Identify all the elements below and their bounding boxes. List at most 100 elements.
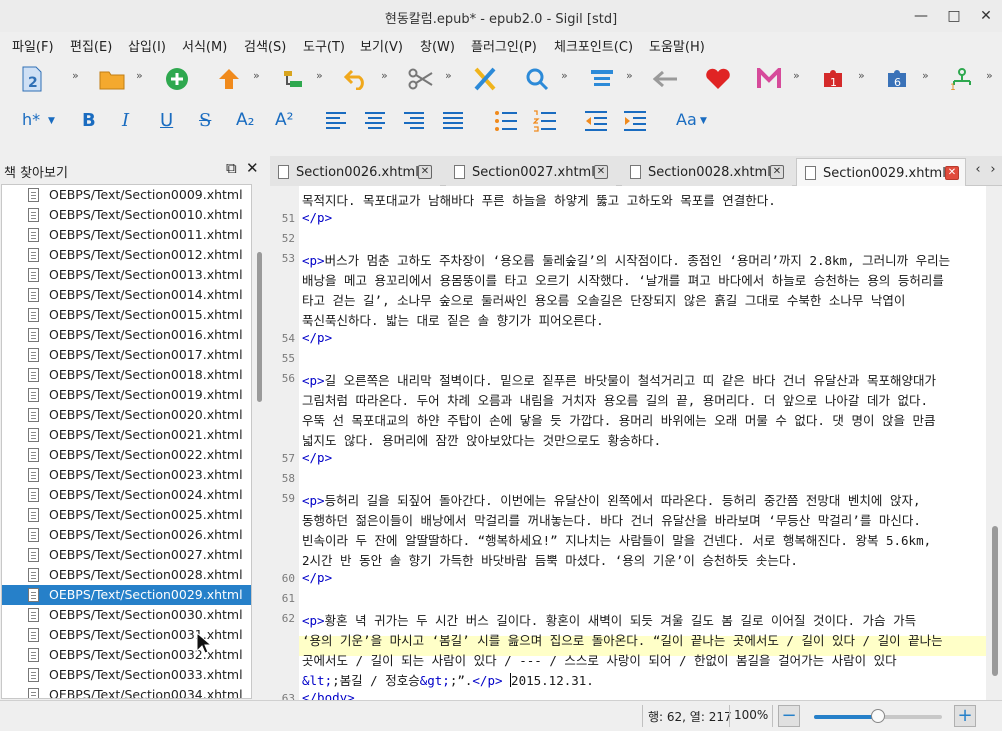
- menu-edit[interactable]: 편집(E): [70, 36, 112, 55]
- code-line[interactable]: <p>황혼 녁 귀가는 두 시간 버스 길이다. 황혼이 새벽이 되듯 겨울 길…: [302, 610, 916, 629]
- code-line[interactable]: </p>: [302, 330, 332, 345]
- tab-section0028[interactable]: Section0028.xhtml ✕: [622, 158, 792, 186]
- menu-insert[interactable]: 삽입(I): [128, 36, 166, 55]
- underline-button[interactable]: U: [160, 110, 173, 131]
- toolbar-more-icon[interactable]: »: [561, 69, 568, 82]
- search-icon[interactable]: [523, 65, 551, 93]
- scrollbar-thumb[interactable]: [992, 526, 998, 676]
- file-list-item[interactable]: OEBPS/Text/Section0031.xhtml: [2, 625, 251, 645]
- code-line[interactable]: 푹신푹신하다. 밟는 대로 짙은 솔 향기가 피어오른다.: [302, 310, 604, 329]
- file-list-item[interactable]: OEBPS/Text/Section0019.xhtml: [2, 385, 251, 405]
- move-up-icon[interactable]: [215, 65, 243, 93]
- code-line[interactable]: ‘용의 기운’을 마시고 ‘봄길’ 시를 읊으며 집으로 돌아온다. “길이 끝…: [302, 630, 943, 649]
- close-tab-icon[interactable]: ✕: [594, 165, 608, 179]
- float-panel-icon[interactable]: ⧉: [226, 159, 237, 177]
- menu-window[interactable]: 창(W): [420, 36, 455, 55]
- toolbar-more-icon[interactable]: »: [381, 69, 388, 82]
- tab-section0027[interactable]: Section0027.xhtml ✕: [446, 158, 616, 186]
- toolbar-more-icon[interactable]: »: [316, 69, 323, 82]
- file-list-item[interactable]: OEBPS/Text/Section0012.xhtml: [2, 245, 251, 265]
- file-list-item[interactable]: OEBPS/Text/Section0032.xhtml: [2, 645, 251, 665]
- validate-icon[interactable]: [471, 65, 499, 93]
- file-list-item[interactable]: OEBPS/Text/Section0013.xhtml: [2, 265, 251, 285]
- maximize-button[interactable]: □: [943, 5, 965, 27]
- close-panel-icon[interactable]: ✕: [246, 159, 259, 177]
- numbered-list-icon[interactable]: [531, 107, 559, 135]
- toolbar-more-icon[interactable]: »: [253, 69, 260, 82]
- file-list-item[interactable]: OEBPS/Text/Section0018.xhtml: [2, 365, 251, 385]
- minimize-button[interactable]: —: [910, 5, 932, 27]
- code-line[interactable]: 빈속이라 두 잔에 알딸딸하다. “행복하세요!” 지나치는 사람들이 말을 건…: [302, 530, 931, 549]
- menu-checkpoint[interactable]: 체크포인트(C): [554, 36, 633, 55]
- toolbar-more-icon[interactable]: »: [445, 69, 452, 82]
- align-left-icon[interactable]: [322, 107, 350, 135]
- close-tab-icon[interactable]: ✕: [770, 165, 784, 179]
- chevron-down-icon[interactable]: ▼: [700, 116, 707, 126]
- menu-tools[interactable]: 도구(T): [303, 36, 345, 55]
- align-center-icon[interactable]: [361, 107, 389, 135]
- code-line[interactable]: 2시간 반 동안 솔 향기 가득한 바닷바람 듬뿍 마셨다. ‘용의 기운’이 …: [302, 550, 798, 569]
- file-list-item[interactable]: OEBPS/Text/Section0015.xhtml: [2, 305, 251, 325]
- file-list-item[interactable]: OEBPS/Text/Section0021.xhtml: [2, 425, 251, 445]
- align-right-icon[interactable]: [400, 107, 428, 135]
- file-list-item[interactable]: OEBPS/Text/Section0029.xhtml: [2, 585, 251, 605]
- file-list-item[interactable]: OEBPS/Text/Section0010.xhtml: [2, 205, 251, 225]
- file-list-item[interactable]: OEBPS/Text/Section0030.xhtml: [2, 605, 251, 625]
- heading-dropdown[interactable]: h*: [22, 110, 40, 129]
- code-editor[interactable]: 5152535455565758596061626364 목적지다. 목포대교가…: [272, 186, 986, 700]
- code-line[interactable]: <p>버스가 멈춘 고하도 주차장이 ‘용오름 둘레숲길’의 시작점이다. 종점…: [302, 250, 950, 269]
- code-line[interactable]: </p>: [302, 210, 332, 225]
- close-tab-icon[interactable]: ✕: [945, 166, 959, 180]
- file-list-item[interactable]: OEBPS/Text/Section0026.xhtml: [2, 525, 251, 545]
- zoom-out-button[interactable]: −: [778, 705, 800, 727]
- menu-search[interactable]: 검색(S): [244, 36, 286, 55]
- italic-button[interactable]: I: [122, 110, 129, 131]
- file-list-item[interactable]: OEBPS/Text/Section0027.xhtml: [2, 545, 251, 565]
- strikethrough-button[interactable]: S: [199, 110, 211, 131]
- bullet-list-icon[interactable]: [492, 107, 520, 135]
- tab-scroll-right-icon[interactable]: ›: [986, 162, 1000, 180]
- menu-file[interactable]: 파일(F): [12, 36, 54, 55]
- tab-scroll-left-icon[interactable]: ‹: [971, 162, 985, 180]
- change-case-dropdown[interactable]: Aa: [676, 110, 697, 129]
- menu-help[interactable]: 도움말(H): [649, 36, 705, 55]
- plugin-tree-icon[interactable]: 1: [948, 65, 976, 93]
- toolbar-more-icon[interactable]: »: [986, 69, 993, 82]
- code-line[interactable]: 그림처럼 따라온다. 두어 차례 오름과 내림을 거치자 용오름 길의 끝, 용…: [302, 390, 928, 409]
- code-line[interactable]: 목적지다. 목포대교가 남해바다 푸른 하늘을 하얗게 뚫고 고하도와 목포를 …: [302, 190, 776, 209]
- new-book-icon[interactable]: 2: [18, 65, 46, 93]
- superscript-button[interactable]: A²: [275, 110, 293, 130]
- code-line[interactable]: <p>등허리 길을 되짚어 돌아간다. 이번에는 유달산이 왼쪽에서 따라온다.…: [302, 490, 920, 509]
- toolbar-more-icon[interactable]: »: [922, 69, 929, 82]
- menu-format[interactable]: 서식(M): [182, 36, 227, 55]
- book-browser-scrollbar[interactable]: [252, 184, 266, 699]
- editor-scrollbar[interactable]: [988, 186, 1002, 700]
- code-line[interactable]: 배낭을 메고 용꼬리에서 용몸뚱이를 타고 오르기 시작했다. ‘날개를 펴고 …: [302, 270, 944, 289]
- toolbar-more-icon[interactable]: »: [858, 69, 865, 82]
- plugin-1-icon[interactable]: 1: [820, 65, 848, 93]
- code-line[interactable]: </p>: [302, 450, 332, 465]
- add-file-icon[interactable]: [163, 65, 191, 93]
- file-list-item[interactable]: OEBPS/Text/Section0014.xhtml: [2, 285, 251, 305]
- file-list-item[interactable]: OEBPS/Text/Section0022.xhtml: [2, 445, 251, 465]
- code-line[interactable]: 타고 걷는 길’, 소나무 숲으로 둘러싸인 용오름 오솔길은 단장되지 않은 …: [302, 290, 905, 309]
- file-list-item[interactable]: OEBPS/Text/Section0023.xhtml: [2, 465, 251, 485]
- table-of-contents-icon[interactable]: [588, 65, 616, 93]
- file-list-item[interactable]: OEBPS/Text/Section0017.xhtml: [2, 345, 251, 365]
- split-icon[interactable]: [279, 65, 307, 93]
- toolbar-more-icon[interactable]: »: [136, 69, 143, 82]
- code-line[interactable]: 넓지도 않다. 용머리에 잠깐 앉아보았다는 것만으로도 황송하다.: [302, 430, 661, 449]
- menu-plugins[interactable]: 플러그인(P): [471, 36, 537, 55]
- file-list-item[interactable]: OEBPS/Text/Section0033.xhtml: [2, 665, 251, 685]
- donate-heart-icon[interactable]: [704, 65, 732, 93]
- code-line[interactable]: 곳에서도 / 길이 되는 사람이 있다 / --- / 스스로 사랑이 되어 /…: [302, 650, 897, 669]
- back-arrow-icon[interactable]: [652, 65, 680, 93]
- code-line[interactable]: </body>: [302, 690, 355, 700]
- cut-icon[interactable]: [407, 65, 435, 93]
- outdent-icon[interactable]: [582, 107, 610, 135]
- zoom-in-button[interactable]: +: [954, 705, 976, 727]
- file-list-item[interactable]: OEBPS/Text/Section0025.xhtml: [2, 505, 251, 525]
- code-line[interactable]: 우뚝 선 목포대교의 하얀 주탑이 손에 닿을 듯 가깝다. 용머리 바위에는 …: [302, 410, 936, 429]
- zoom-slider-handle[interactable]: [871, 709, 885, 723]
- tab-section0026[interactable]: Section0026.xhtml ✕: [270, 158, 440, 186]
